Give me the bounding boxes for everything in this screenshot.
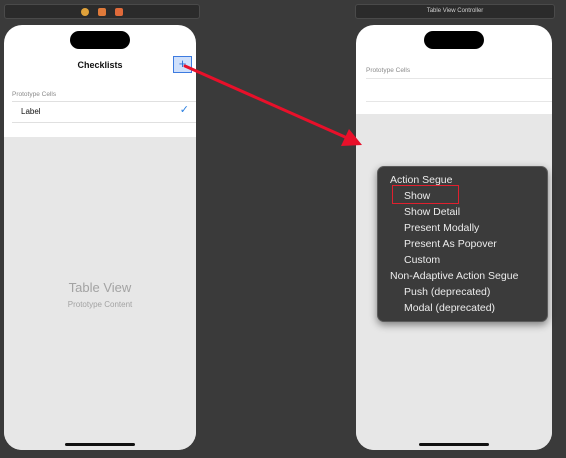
- menu-item-push-deprecated[interactable]: Push (deprecated): [378, 284, 547, 300]
- menu-item-show-detail[interactable]: Show Detail: [378, 204, 547, 220]
- menu-item-present-as-popover[interactable]: Present As Popover: [378, 236, 547, 252]
- highlight-box: [392, 185, 459, 204]
- menu-item-custom[interactable]: Custom: [378, 252, 547, 268]
- menu-item-present-modally[interactable]: Present Modally: [378, 220, 547, 236]
- menu-header-non-adaptive: Non-Adaptive Action Segue: [390, 270, 519, 282]
- menu-item-modal-deprecated[interactable]: Modal (deprecated): [378, 300, 547, 316]
- segue-menu[interactable]: Action Segue Show Show Detail Present Mo…: [377, 166, 548, 322]
